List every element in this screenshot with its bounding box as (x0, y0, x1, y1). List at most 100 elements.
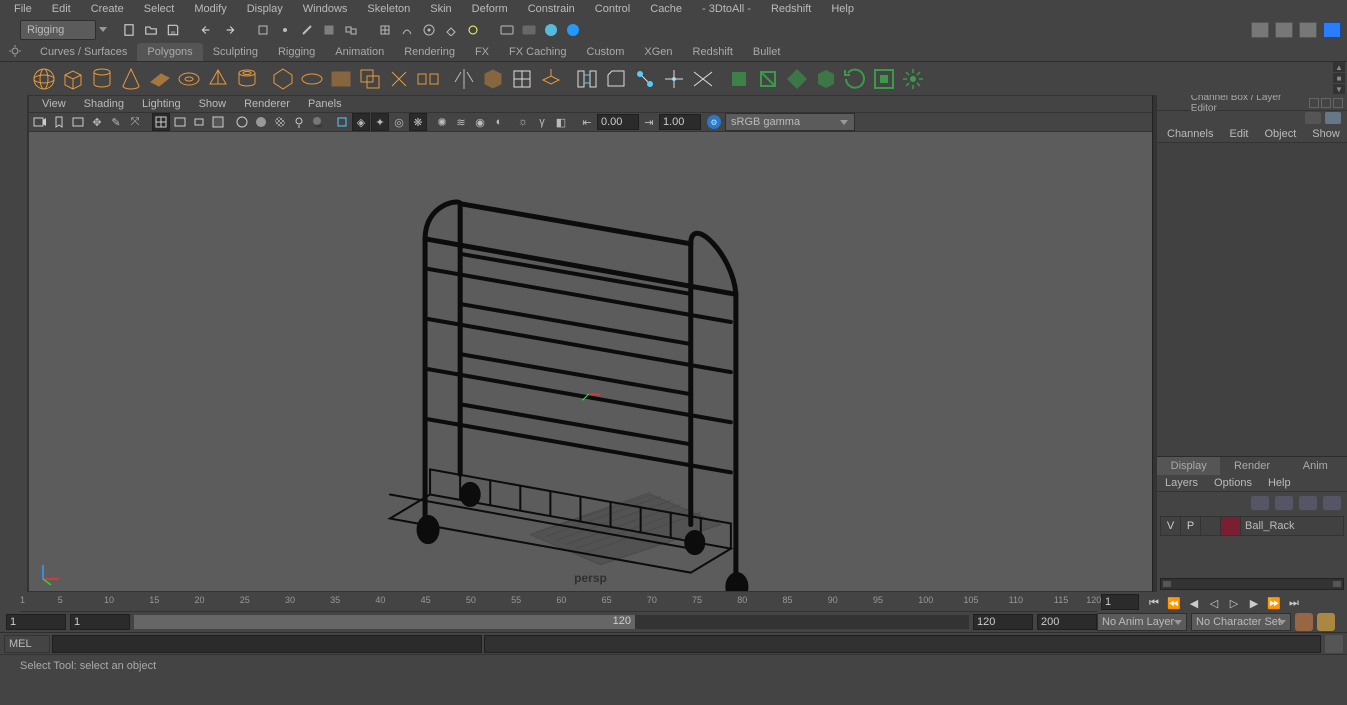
res-gate-icon[interactable] (190, 113, 208, 131)
poly-extrude-icon[interactable] (537, 65, 565, 93)
render-seq-icon[interactable] (542, 21, 560, 39)
shelf-tab[interactable]: Sculpting (203, 43, 268, 61)
menu-item[interactable]: Windows (293, 0, 358, 18)
grid-icon[interactable] (152, 113, 170, 131)
play-fwd-icon[interactable]: ▷ (1225, 594, 1243, 612)
close-icon[interactable] (1333, 98, 1343, 108)
step-fwd-key-icon[interactable]: ⏩ (1265, 594, 1283, 612)
new-scene-icon[interactable] (120, 21, 138, 39)
menu-item[interactable]: Constrain (518, 0, 585, 18)
shelf-tab[interactable]: FX (465, 43, 499, 61)
current-frame-field[interactable] (1101, 594, 1139, 610)
shelf-scroll-down-icon[interactable]: ▼ (1333, 84, 1345, 94)
shelf-scroll-mid-icon[interactable]: ■ (1333, 73, 1345, 83)
menu-item[interactable]: Help (821, 0, 864, 18)
panel-menu-item[interactable]: Lighting (133, 96, 190, 112)
shelf-gear-icon[interactable] (8, 44, 22, 58)
poly-type-icon[interactable] (327, 65, 355, 93)
poly-sphere-icon[interactable] (30, 65, 58, 93)
sel-vert-icon[interactable] (276, 21, 294, 39)
poly-bevel-icon[interactable] (602, 65, 630, 93)
layer-new-icon[interactable] (1275, 496, 1293, 510)
layer-new-icon[interactable] (1323, 496, 1341, 510)
menu-item[interactable]: Deform (462, 0, 518, 18)
step-back-icon[interactable]: ◀ (1185, 594, 1203, 612)
shadows-icon[interactable] (309, 113, 327, 131)
far-clip-icon[interactable]: ⇥ (640, 113, 658, 131)
xray-comp-icon[interactable]: ◎ (390, 113, 408, 131)
layer-color-swatch[interactable] (1221, 517, 1241, 535)
motion-blur-icon[interactable]: ≋ (452, 113, 470, 131)
shelf-tab[interactable]: Custom (577, 43, 635, 61)
toggle-tool-icon[interactable] (1275, 22, 1293, 38)
near-clip-field[interactable] (597, 114, 639, 130)
layer-play-toggle[interactable]: P (1181, 517, 1201, 535)
ao-icon[interactable]: ✺ (433, 113, 451, 131)
poly-bool-icon[interactable] (356, 65, 384, 93)
menu-item[interactable]: Display (237, 0, 293, 18)
menu-item[interactable]: Modify (184, 0, 236, 18)
bookmark-icon[interactable] (50, 113, 68, 131)
far-clip-field[interactable] (659, 114, 701, 130)
dof-icon[interactable]: ◐ (490, 113, 508, 131)
menu-item[interactable]: Cache (640, 0, 692, 18)
range-end-inner-field[interactable] (973, 614, 1033, 630)
shelf-tab[interactable]: Curves / Surfaces (30, 43, 137, 61)
hwfog-icon[interactable]: ❋ (409, 113, 427, 131)
menu-item[interactable]: File (4, 0, 42, 18)
sel-face-icon[interactable] (320, 21, 338, 39)
poly-torus-icon[interactable] (175, 65, 203, 93)
render-icon[interactable] (498, 21, 516, 39)
xray-joints-icon[interactable]: ✦ (371, 113, 389, 131)
prefs-icon[interactable] (1317, 613, 1335, 631)
layer-tab[interactable]: Anim (1284, 457, 1347, 475)
menu-item[interactable]: Edit (42, 0, 81, 18)
range-slider[interactable]: 120 (134, 615, 969, 629)
shelf-scroll-up-icon[interactable]: ▲ (1333, 62, 1345, 72)
near-clip-icon[interactable]: ⇤ (578, 113, 596, 131)
layer-new-icon[interactable] (1251, 496, 1269, 510)
poly-mirror-icon[interactable] (450, 65, 478, 93)
cb-menu-item[interactable]: Channels (1159, 125, 1221, 142)
shelf-tab[interactable]: XGen (634, 43, 682, 61)
xform-icon[interactable] (783, 65, 811, 93)
save-scene-icon[interactable] (164, 21, 182, 39)
sel-cam-icon[interactable] (31, 113, 49, 131)
play-back-icon[interactable]: ◁ (1205, 594, 1223, 612)
sel-obj-icon[interactable] (254, 21, 272, 39)
walk-icon[interactable]: ⤧ (126, 113, 144, 131)
toggle-attr-icon[interactable] (1251, 22, 1269, 38)
menu-item[interactable]: Create (81, 0, 134, 18)
ipr-icon[interactable] (520, 21, 538, 39)
menu-item[interactable]: - 3DtoAll - (692, 0, 761, 18)
gamma-icon[interactable]: γ (533, 113, 551, 131)
panel-menu-item[interactable]: View (33, 96, 75, 112)
menu-item[interactable]: Redshift (761, 0, 821, 18)
poly-merge-icon[interactable] (631, 65, 659, 93)
poly-pyramid-icon[interactable] (204, 65, 232, 93)
poly-target-weld-icon[interactable] (660, 65, 688, 93)
layer-hscrollbar[interactable] (1160, 578, 1344, 590)
menu-item[interactable]: Skeleton (357, 0, 420, 18)
cb-menu-item[interactable]: Edit (1221, 125, 1256, 142)
grease-icon[interactable]: ✎ (107, 113, 125, 131)
settings-icon[interactable]: ⚙ (707, 115, 721, 129)
panel-menu-item[interactable]: Show (190, 96, 236, 112)
xform-icon[interactable] (754, 65, 782, 93)
workspace-selector[interactable]: Rigging (20, 20, 96, 40)
2d-pan-icon[interactable]: ✥ (88, 113, 106, 131)
layer-menu-item[interactable]: Layers (1157, 475, 1206, 491)
layer-menu-item[interactable]: Options (1206, 475, 1260, 491)
step-fwd-icon[interactable]: ▶ (1245, 594, 1263, 612)
cb-menu-item[interactable]: Object (1256, 125, 1304, 142)
sel-uv-icon[interactable] (342, 21, 360, 39)
cb-toggle-icon[interactable] (1325, 112, 1341, 124)
poly-cube-icon[interactable] (59, 65, 87, 93)
poly-plane-icon[interactable] (146, 65, 174, 93)
autokey-icon[interactable] (1295, 613, 1313, 631)
xform-icon[interactable] (870, 65, 898, 93)
lights-icon[interactable] (290, 113, 308, 131)
shelf-tab[interactable]: Animation (325, 43, 394, 61)
redo-icon[interactable] (220, 21, 238, 39)
poly-separate-icon[interactable] (414, 65, 442, 93)
